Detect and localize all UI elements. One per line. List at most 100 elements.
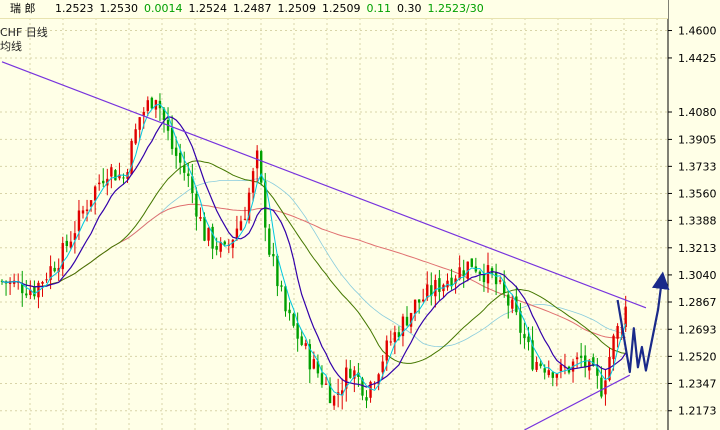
y-tick-label: 1.4600 bbox=[678, 25, 717, 38]
candle-body bbox=[268, 228, 271, 255]
quote-value: 1.2530 bbox=[99, 2, 139, 15]
y-tick-label: 1.2867 bbox=[678, 296, 717, 309]
candle-body bbox=[498, 280, 502, 282]
candle-body bbox=[470, 258, 473, 267]
candle-body bbox=[41, 281, 44, 284]
candle-body bbox=[288, 309, 291, 314]
candle-body bbox=[251, 171, 255, 193]
y-tick-label: 1.4425 bbox=[678, 52, 717, 65]
candle-body bbox=[486, 265, 490, 284]
candle-body bbox=[122, 177, 125, 179]
candle-body bbox=[296, 323, 299, 339]
candle-body bbox=[389, 341, 392, 343]
candle-body bbox=[381, 361, 384, 373]
candle-body bbox=[417, 299, 421, 303]
candle-body bbox=[85, 209, 89, 212]
candle-body bbox=[110, 167, 113, 177]
candle-body bbox=[511, 299, 514, 309]
candle-body bbox=[539, 363, 542, 367]
candle-body bbox=[93, 186, 97, 201]
y-tick-label: 1.2173 bbox=[678, 405, 717, 418]
quote-value: 1.2523/30 bbox=[427, 2, 484, 15]
candle-body bbox=[223, 241, 226, 245]
candle-body bbox=[174, 147, 178, 156]
candle-body bbox=[616, 326, 619, 339]
candle-body bbox=[280, 285, 283, 287]
candle-body bbox=[65, 240, 68, 247]
candle-body bbox=[438, 278, 441, 292]
candle-body bbox=[349, 368, 352, 378]
quote-values: 1.2523 1.2530 0.0014 1.2524 1.2487 1.2509 1.25… bbox=[55, 0, 490, 17]
candle-body bbox=[458, 267, 461, 280]
y-tick-label: 1.3733 bbox=[678, 160, 717, 173]
candle-body bbox=[284, 286, 287, 312]
y-tick-label: 1.3040 bbox=[678, 269, 717, 282]
y-tick-label: 1.3905 bbox=[678, 133, 717, 146]
candle-body bbox=[102, 180, 105, 184]
candle-body bbox=[320, 373, 324, 385]
candle-body bbox=[183, 165, 186, 173]
candle-body bbox=[187, 173, 190, 177]
candle-body bbox=[21, 284, 24, 294]
candle-body bbox=[555, 374, 559, 378]
candle-body bbox=[332, 396, 336, 406]
y-tick-label: 1.4080 bbox=[678, 106, 717, 119]
chart-window: 1.4600 1.4425 1.4080 1.3905 1.3733 1.3560 1.33… bbox=[0, 0, 720, 430]
candle-body bbox=[494, 271, 498, 285]
candle-body bbox=[434, 279, 437, 297]
instrument-name: 瑞 郎 bbox=[10, 2, 36, 15]
candle-body bbox=[413, 299, 417, 315]
candle-body bbox=[33, 286, 36, 297]
candle-body bbox=[426, 284, 429, 298]
candle-body bbox=[612, 335, 615, 360]
quote-value: 0.30 bbox=[397, 2, 422, 15]
candle-body bbox=[239, 221, 243, 231]
quote-value: 0.11 bbox=[366, 2, 392, 15]
candle-body bbox=[114, 170, 117, 181]
candle-body bbox=[146, 100, 149, 112]
candle-body bbox=[215, 246, 218, 250]
quote-header: 瑞 郎 1.2523 1.2530 0.0014 1.2524 1.2487 1.2509… bbox=[0, 0, 668, 19]
candle-body bbox=[575, 357, 579, 360]
candle-body bbox=[207, 227, 210, 241]
candle-body bbox=[45, 279, 48, 281]
candle-body bbox=[324, 383, 328, 385]
candle-body bbox=[150, 97, 154, 109]
candle-body bbox=[535, 361, 538, 370]
candle-body bbox=[304, 343, 307, 346]
candle-body bbox=[77, 210, 81, 231]
candle-body bbox=[272, 254, 275, 257]
indicator-label: 均线 bbox=[0, 40, 22, 53]
candle-body bbox=[134, 129, 137, 144]
candle-body bbox=[523, 334, 526, 339]
candle-body bbox=[422, 299, 425, 302]
candle-body bbox=[559, 364, 563, 372]
candle-body bbox=[490, 268, 494, 274]
quote-value: 0.0014 bbox=[144, 2, 183, 15]
y-tick-label: 1.2520 bbox=[678, 350, 717, 363]
candle-body bbox=[179, 152, 182, 163]
candle-body bbox=[25, 293, 28, 296]
candle-body bbox=[195, 193, 198, 217]
candle-body bbox=[170, 127, 174, 149]
y-tick-label: 1.2693 bbox=[678, 323, 717, 336]
quote-value: 1.2523 bbox=[55, 2, 94, 15]
candle-body bbox=[211, 226, 214, 249]
candle-body bbox=[507, 294, 510, 306]
candle-body bbox=[365, 397, 368, 401]
candle-body bbox=[243, 218, 247, 220]
candle-body bbox=[393, 332, 397, 342]
candle-body bbox=[300, 336, 303, 345]
candle-body bbox=[600, 377, 603, 397]
candle-body bbox=[53, 267, 56, 272]
candle-body bbox=[98, 182, 101, 185]
y-tick-label: 1.3213 bbox=[678, 242, 717, 255]
candle-body bbox=[551, 372, 554, 378]
quote-value: 1.2487 bbox=[233, 2, 272, 15]
candle-body bbox=[81, 210, 85, 214]
quote-value: 1.2509 bbox=[322, 2, 361, 15]
candle-body bbox=[547, 370, 550, 376]
candle-body bbox=[527, 336, 530, 343]
candlestick-chart[interactable]: 1.4600 1.4425 1.4080 1.3905 1.3733 1.3560 1.33… bbox=[0, 0, 720, 430]
candle-body bbox=[385, 340, 388, 361]
